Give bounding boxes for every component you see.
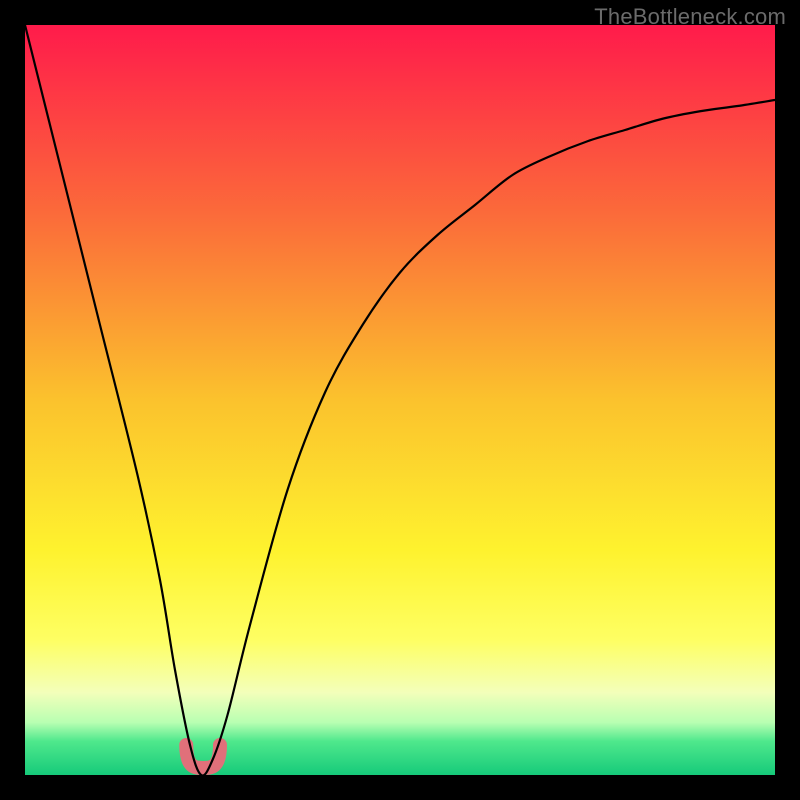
bottleneck-plot (25, 25, 775, 775)
gradient-background (25, 25, 775, 775)
watermark-label: TheBottleneck.com (594, 4, 786, 30)
chart-frame: TheBottleneck.com (0, 0, 800, 800)
